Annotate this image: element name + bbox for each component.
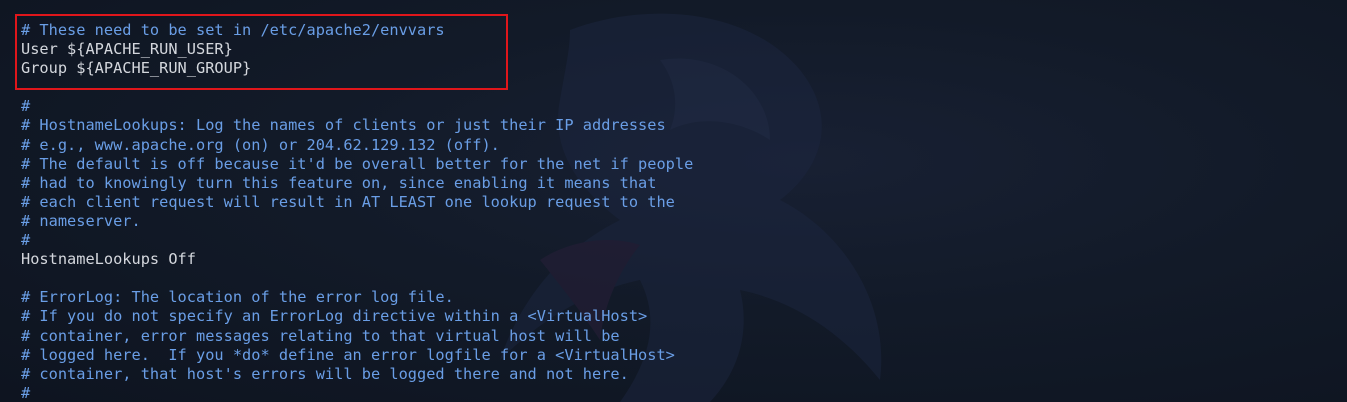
blank-line[interactable] — [21, 269, 693, 288]
comment-line[interactable]: # — [21, 384, 693, 402]
comment-line[interactable]: # — [21, 97, 693, 116]
comment-line[interactable]: # — [21, 231, 693, 250]
comment-line[interactable]: # The default is off because it'd be ove… — [21, 155, 693, 174]
comment-line[interactable]: # nameserver. — [21, 212, 693, 231]
comment-line[interactable]: # logged here. If you *do* define an err… — [21, 346, 693, 365]
comment-line[interactable]: # If you do not specify an ErrorLog dire… — [21, 307, 693, 326]
comment-line[interactable]: # container, error messages relating to … — [21, 327, 693, 346]
terminal-window[interactable]: # These need to be set in /etc/apache2/e… — [0, 0, 1347, 402]
comment-line[interactable]: # HostnameLookups: Log the names of clie… — [21, 116, 693, 135]
comment-line[interactable]: # ErrorLog: The location of the error lo… — [21, 288, 693, 307]
comment-line[interactable]: # e.g., www.apache.org (on) or 204.62.12… — [21, 136, 693, 155]
directive-line[interactable]: HostnameLookups Off — [21, 250, 693, 269]
comment-line[interactable]: # container, that host's errors will be … — [21, 365, 693, 384]
comment-line[interactable]: # had to knowingly turn this feature on,… — [21, 174, 693, 193]
comment-line[interactable]: # each client request will result in AT … — [21, 193, 693, 212]
highlight-box — [15, 14, 508, 90]
